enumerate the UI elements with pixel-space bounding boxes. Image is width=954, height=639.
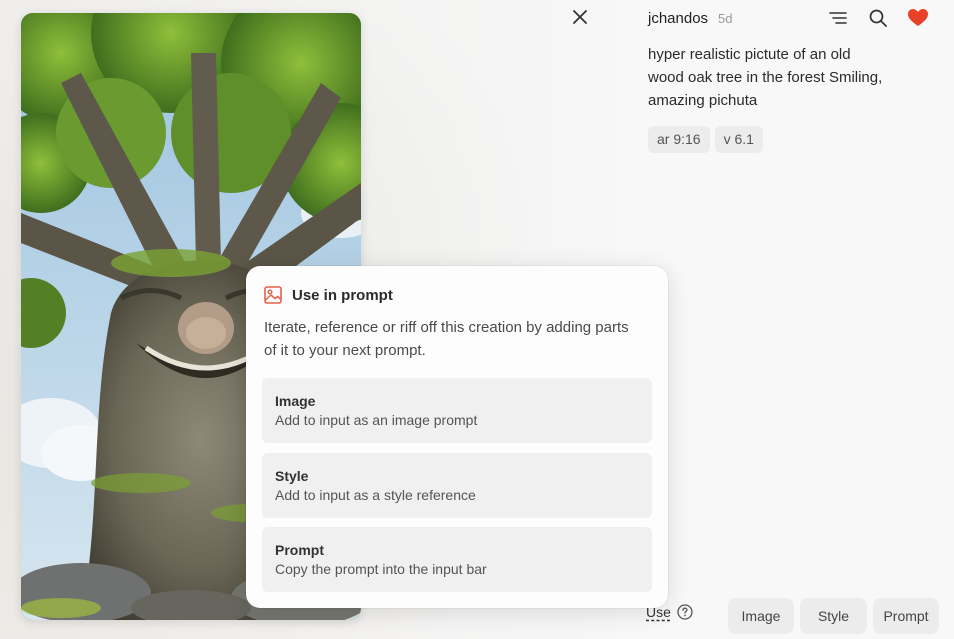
header-actions <box>818 6 938 30</box>
close-icon <box>573 10 587 24</box>
option-description: Add to input as an image prompt <box>275 412 478 428</box>
menu-button[interactable] <box>818 6 858 30</box>
like-button[interactable] <box>898 6 938 30</box>
option-image[interactable]: Image Add to input as an image prompt <box>262 378 652 443</box>
option-description: Add to input as a style reference <box>275 487 476 503</box>
post-age: 5d <box>718 10 733 26</box>
heart-icon <box>908 9 928 26</box>
menu-icon <box>829 12 847 24</box>
option-description: Copy the prompt into the input bar <box>275 561 487 577</box>
popover-header: Use in prompt <box>264 286 393 304</box>
option-title: Image <box>275 393 316 409</box>
use-prompt-button[interactable]: Prompt <box>873 598 939 634</box>
popover-description: Iterate, reference or riff off this crea… <box>264 319 629 359</box>
search-icon <box>869 9 887 27</box>
username-link[interactable]: jchandos <box>648 10 708 27</box>
option-title: Prompt <box>275 542 324 558</box>
help-icon[interactable] <box>677 604 693 620</box>
option-prompt[interactable]: Prompt Copy the prompt into the input ba… <box>262 527 652 592</box>
popover-title: Use in prompt <box>292 286 393 304</box>
close-button[interactable] <box>568 5 592 29</box>
param-chip: ar 9:16 <box>648 126 710 153</box>
prompt-text: hyper realistic pictute of an old wood o… <box>648 46 883 109</box>
search-button[interactable] <box>858 6 898 30</box>
use-in-prompt-popover: Use in prompt Iterate, reference or riff… <box>246 266 668 608</box>
option-title: Style <box>275 468 309 484</box>
prompt-params: ar 9:16 v 6.1 <box>648 126 763 153</box>
param-chip: v 6.1 <box>714 126 763 153</box>
use-style-button[interactable]: Style <box>800 598 867 634</box>
post-header: jchandos 5d <box>648 6 938 30</box>
option-style[interactable]: Style Add to input as a style reference <box>262 453 652 518</box>
image-icon <box>264 286 282 304</box>
use-image-button[interactable]: Image <box>728 598 794 634</box>
